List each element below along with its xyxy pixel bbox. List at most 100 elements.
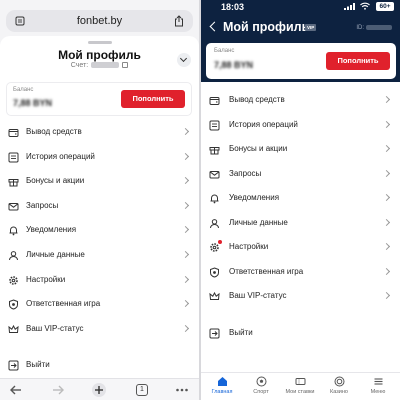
- bottom-tab-bar: Главная Спорт Мои ставки Казино Меню: [201, 372, 400, 400]
- forward-arrow-icon[interactable]: [50, 382, 66, 398]
- menu-item-notifications[interactable]: Уведомления: [201, 186, 400, 211]
- logout-label: Выйти: [26, 360, 50, 369]
- menu-item-requests[interactable]: Запросы: [201, 162, 400, 187]
- logout-button[interactable]: Выйти: [0, 356, 199, 374]
- menu-item-label: Ответственная игра: [229, 266, 304, 276]
- menu-item-personal-data[interactable]: Личные данные: [201, 211, 400, 236]
- menu-item-personal-data[interactable]: Личные данные: [0, 243, 199, 268]
- menu-item-withdraw[interactable]: Вывод средств: [0, 120, 199, 145]
- balance-value: 7,88 BYN: [214, 60, 254, 70]
- balance-card: Баланс 7,88 BYN Пополнить: [6, 82, 192, 116]
- tab-sport[interactable]: Спорт: [242, 376, 280, 400]
- chevron-right-icon: [382, 291, 391, 300]
- browser-toolbar: 1: [0, 378, 199, 400]
- chevron-right-icon: [181, 275, 190, 283]
- chevron-right-icon: [382, 169, 391, 177]
- id-label: ID:: [356, 25, 364, 32]
- menu-item-label: История операций: [26, 151, 95, 161]
- url-text[interactable]: fonbet.by: [6, 15, 193, 27]
- sheet-grabber[interactable]: [88, 41, 112, 44]
- logout-icon: [8, 360, 19, 371]
- chip-icon: [334, 376, 344, 387]
- wifi-icon: [360, 2, 370, 10]
- balance-card: Баланс 7,88 BYN Пополнить: [206, 43, 396, 79]
- menu-item-withdraw[interactable]: Вывод средств: [201, 88, 400, 113]
- menu-item-notifications[interactable]: Уведомления: [0, 218, 199, 243]
- chevron-right-icon: [181, 300, 190, 308]
- signal-icon: [344, 3, 355, 10]
- user-id-redacted: [366, 25, 392, 30]
- menu-item-vip-status[interactable]: Ваш VIP-статус: [201, 284, 400, 309]
- tab-my-bets[interactable]: Мои ставки: [281, 376, 319, 400]
- tabs-count-button[interactable]: 1: [136, 384, 148, 396]
- chevron-right-icon: [181, 201, 190, 209]
- address-bar[interactable]: fonbet.by: [6, 10, 193, 32]
- gift-icon: [8, 179, 19, 187]
- logout-icon: [209, 328, 220, 338]
- user-id: ID:: [356, 25, 392, 31]
- tab-label: Мои ставки: [285, 389, 315, 395]
- app-header: Мой профиль VIP ID:: [201, 17, 400, 39]
- menu-item-label: Запросы: [229, 168, 262, 178]
- tab-label: Меню: [370, 389, 386, 395]
- topup-button[interactable]: Пополнить: [121, 90, 185, 108]
- new-tab-plus-icon[interactable]: [91, 382, 107, 398]
- more-icon[interactable]: [174, 382, 190, 398]
- profile-sheet: Мой профиль Счет: Баланс 7,88 BYN Пополн…: [0, 36, 199, 400]
- chevron-right-icon: [382, 95, 391, 104]
- tab-home[interactable]: Главная: [203, 376, 241, 400]
- menu-item-history[interactable]: История операций: [0, 145, 199, 170]
- profile-menu: Вывод средств История операций Бонусы и …: [201, 88, 400, 345]
- shield-icon: [9, 299, 18, 310]
- copy-icon[interactable]: [122, 62, 129, 69]
- logout-button[interactable]: Выйти: [201, 321, 400, 345]
- crown-icon: [209, 291, 220, 300]
- menu-spacer: [201, 309, 400, 321]
- topup-button[interactable]: Пополнить: [326, 52, 390, 70]
- menu-item-label: Настройки: [26, 274, 66, 284]
- back-chevron-icon[interactable]: [209, 21, 220, 32]
- menu-item-label: Настройки: [229, 242, 269, 251]
- history-icon: [209, 120, 220, 130]
- page-title: Мой профиль: [58, 48, 141, 62]
- battery-indicator: 60+: [376, 2, 394, 11]
- tab-casino[interactable]: Казино: [320, 376, 358, 400]
- bell-icon: [9, 226, 18, 236]
- status-time: 18:03: [221, 2, 245, 12]
- menu-item-responsible-gaming[interactable]: Ответственная игра: [201, 260, 400, 285]
- collapse-button[interactable]: [177, 53, 191, 67]
- menu-item-label: История операций: [229, 119, 298, 129]
- menu-item-label: Ваш VIP-статус: [26, 323, 84, 333]
- chevron-right-icon: [382, 267, 391, 275]
- tab-label: Главная: [211, 389, 233, 395]
- share-icon[interactable]: [174, 15, 184, 27]
- tab-menu[interactable]: Меню: [359, 376, 397, 400]
- menu-item-bonuses[interactable]: Бонусы и акции: [0, 169, 199, 194]
- menu-item-bonuses[interactable]: Бонусы и акции: [201, 137, 400, 162]
- menu-icon: [374, 378, 382, 385]
- menu-item-responsible-gaming[interactable]: Ответственная игра: [0, 292, 199, 317]
- tab-label: Казино: [330, 389, 348, 395]
- logout-label: Выйти: [229, 327, 253, 337]
- tab-label: Спорт: [253, 389, 269, 395]
- menu-item-label: Ответственная игра: [26, 299, 101, 309]
- menu-item-label: Запросы: [26, 200, 59, 210]
- menu-item-requests[interactable]: Запросы: [0, 194, 199, 219]
- profile-menu: Вывод средств История операций Бонусы и …: [0, 120, 199, 341]
- menu-item-vip-status[interactable]: Ваш VIP-статус: [0, 317, 199, 342]
- chevron-right-icon: [382, 193, 391, 202]
- menu-item-settings[interactable]: Настройки: [201, 235, 400, 260]
- account-label: Счет:: [70, 62, 89, 69]
- menu-item-label: Бонусы и акции: [229, 144, 288, 153]
- menu-item-settings[interactable]: Настройки: [0, 268, 199, 293]
- menu-item-label: Личные данные: [26, 249, 85, 259]
- account-number: Счет:: [0, 62, 199, 69]
- chevron-right-icon: [181, 152, 190, 160]
- mail-icon: [209, 170, 220, 178]
- menu-item-label: Личные данные: [229, 217, 288, 227]
- mail-icon: [8, 202, 19, 211]
- history-icon: [8, 152, 19, 163]
- back-arrow-icon[interactable]: [8, 382, 24, 398]
- wallet-icon: [8, 129, 19, 137]
- menu-item-history[interactable]: История операций: [201, 113, 400, 138]
